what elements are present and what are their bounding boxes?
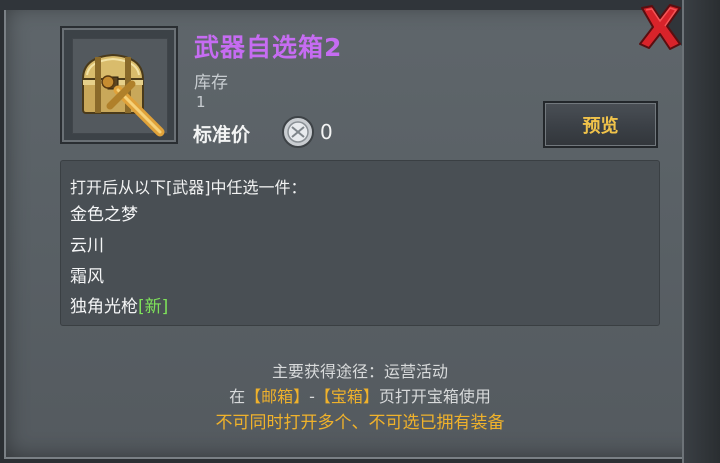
silver-coin-icon [282, 116, 314, 148]
weapon-option: 金色之梦 [70, 205, 138, 225]
mailbox-link: 【邮箱】 [245, 387, 310, 406]
weapon-option: 霜风 [70, 267, 104, 287]
coin-container [281, 115, 315, 149]
chest-link: 【宝箱】 [314, 387, 379, 406]
weapon-option: 云川 [70, 236, 104, 256]
preview-button[interactable]: 预览 [543, 101, 658, 148]
stock-label: 库存 [194, 73, 228, 93]
close-button[interactable] [632, 2, 688, 52]
price-label: 标准价 [193, 124, 251, 146]
close-icon [639, 4, 681, 50]
weapon-option-label: 独角光枪 [70, 297, 138, 317]
item-icon-frame [60, 26, 178, 144]
source-suffix: 页打开宝箱使用 [378, 387, 491, 406]
source-main: 主要获得途径：运营活动 [271, 362, 448, 381]
frame-top [0, 0, 720, 10]
weapon-option-new: 独角光枪[新] [70, 292, 168, 317]
source-detail: 在【邮箱】-【宝箱】页打开宝箱使用 [0, 383, 720, 407]
new-tag: [新] [138, 297, 169, 317]
item-name: 武器自选箱2 [194, 33, 343, 62]
sword-icon [101, 75, 165, 137]
source-prefix: 在 [229, 387, 246, 406]
description-header: 打开后从以下[武器]中任选一件： [70, 178, 307, 197]
price-value: 0 [320, 120, 333, 144]
stock-value: 1 [196, 93, 206, 111]
warning-text: 不可同时打开多个、不可选已拥有装备 [215, 413, 505, 433]
